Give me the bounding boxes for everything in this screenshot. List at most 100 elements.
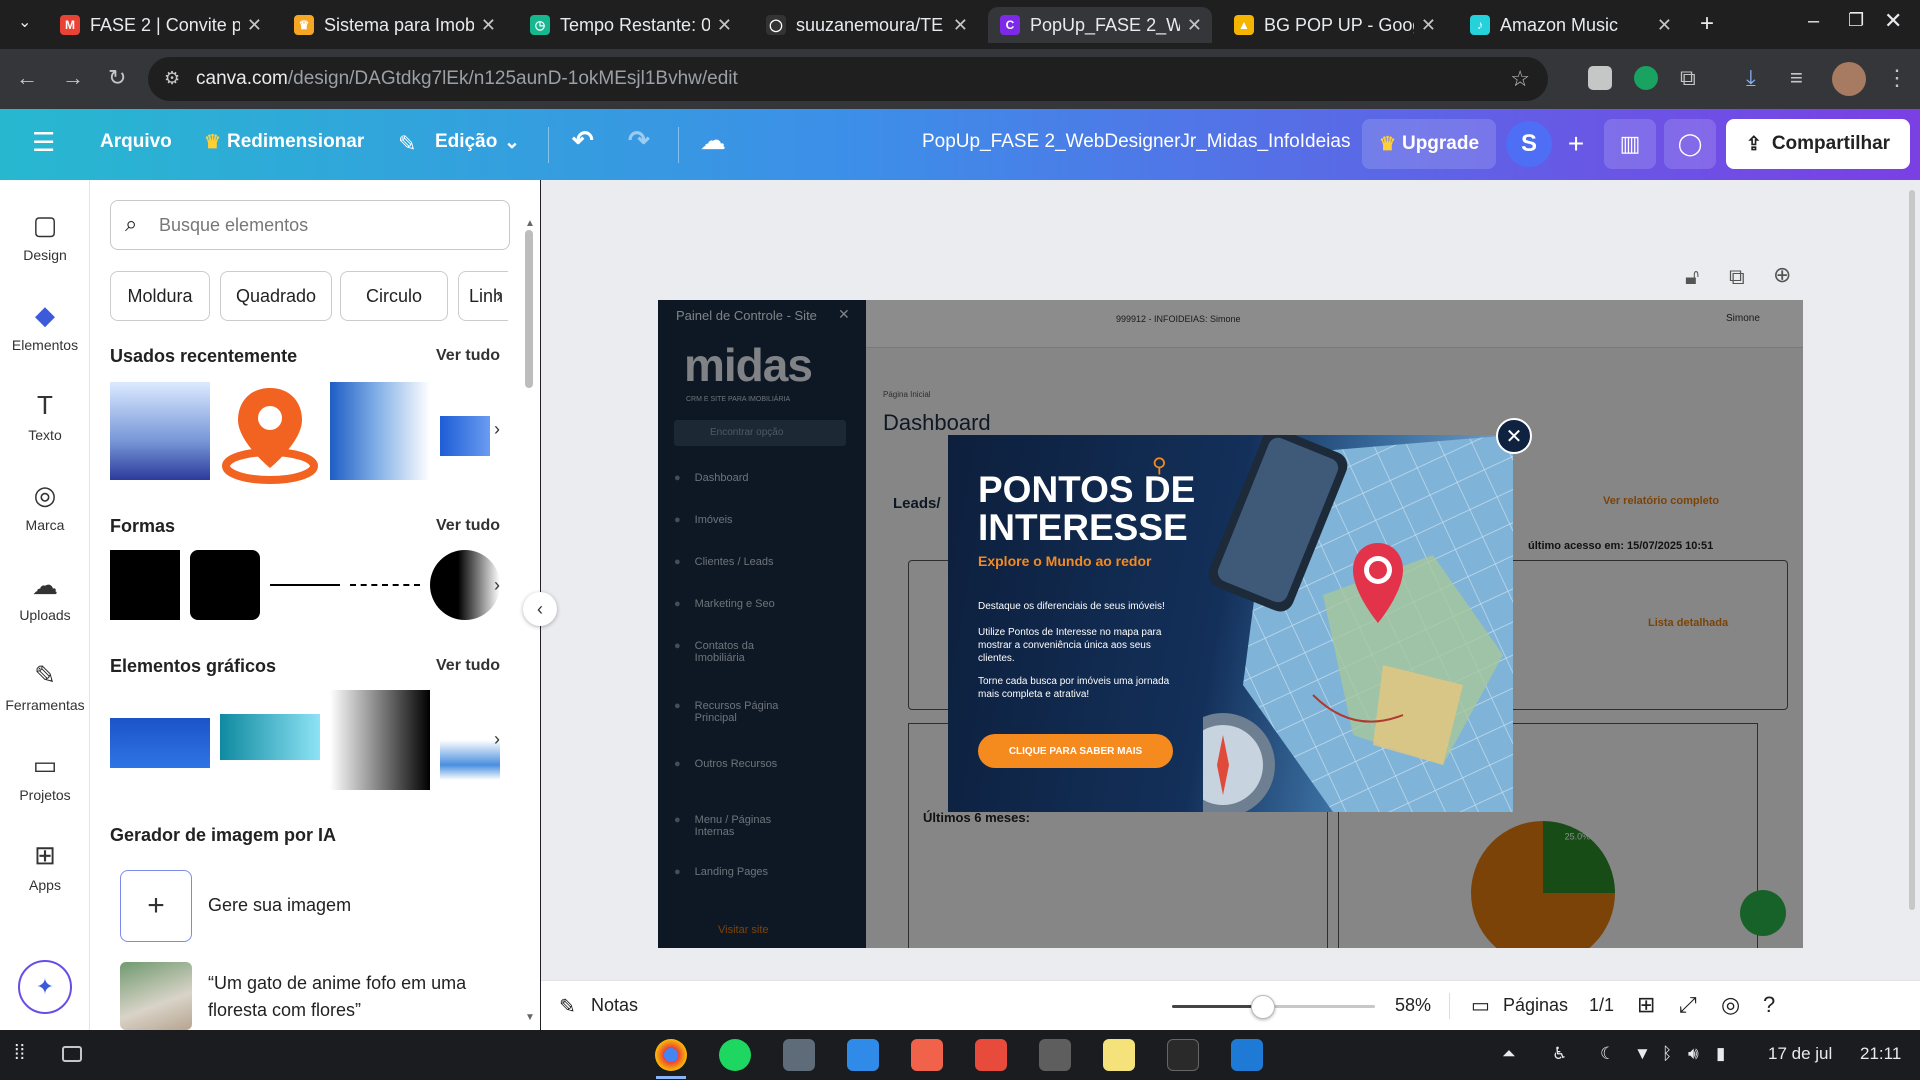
ai-example-prompt[interactable]: “Um gato de anime fofo em uma floresta c…	[208, 970, 508, 1024]
shapes-next-icon[interactable]: ›	[480, 568, 514, 602]
workspace-scrollbar[interactable]	[1909, 190, 1915, 910]
add-page-icon[interactable]: ⊕	[1773, 262, 1791, 288]
restore-window-button[interactable]: ❐	[1848, 10, 1864, 31]
back-icon[interactable]: ←	[16, 65, 38, 91]
volume-icon[interactable]: 🔊︎	[1688, 1044, 1699, 1064]
zoom-slider-handle[interactable]	[1251, 995, 1276, 1019]
extension-dollar-icon[interactable]	[1634, 66, 1658, 90]
calculator-app-icon[interactable]	[1039, 1039, 1071, 1071]
pages-icon[interactable]: ▭	[1471, 993, 1490, 1018]
zoom-slider-track[interactable]	[1172, 995, 1375, 1019]
map-pin-icon[interactable]	[218, 380, 322, 484]
collapse-panel-chevron-icon[interactable]: ‹	[523, 592, 557, 626]
extensions-puzzle-icon[interactable]: ⧉	[1680, 65, 1696, 91]
panel-scrollbar[interactable]	[525, 230, 533, 388]
filter-chip[interactable]: Circulo	[340, 271, 448, 321]
lock-icon[interactable]: 🔓︎	[1685, 264, 1699, 290]
browser-tab[interactable]: ▲ BG POP UP - Goog ✕	[1222, 7, 1446, 43]
popup-cta-button[interactable]: CLIQUE PARA SABER MAIS	[978, 734, 1173, 768]
browser-tab[interactable]: ◯ suuzanemoura/TE ✕	[754, 7, 978, 43]
site-info-icon[interactable]: ⚙	[164, 68, 180, 89]
recent-next-icon[interactable]: ›	[480, 412, 514, 446]
rail-item-design[interactable]: ▢ Design	[0, 210, 90, 263]
hamburger-menu-icon[interactable]: ☰	[32, 127, 55, 158]
scroll-down-icon[interactable]: ▼	[525, 1012, 535, 1023]
forward-icon[interactable]: →	[62, 65, 84, 91]
anime-cat-thumbnail[interactable]	[120, 962, 192, 1030]
reload-icon[interactable]: ↻	[108, 65, 126, 91]
zoom-level[interactable]: 58%	[1395, 995, 1431, 1016]
date-label[interactable]: 17 de jul	[1768, 1044, 1832, 1064]
cloud-saved-icon[interactable]: ☁	[700, 125, 726, 156]
page-counter[interactable]: 1/1	[1589, 995, 1614, 1016]
recent-gradient-thumb[interactable]	[110, 382, 210, 480]
rail-item-projetos[interactable]: ▭ Projetos	[0, 750, 90, 803]
rail-item-apps[interactable]: ⊞ Apps	[0, 840, 90, 893]
bluetooth-icon[interactable]: ᛒ	[1662, 1044, 1672, 1064]
search-input[interactable]: ⌕ Busque elementos	[110, 200, 510, 250]
notes-icon[interactable]: ✎	[559, 994, 576, 1019]
shapes-see-all[interactable]: Ver tudo	[436, 517, 500, 535]
address-bar[interactable]: ⚙ canva.com/design/DAGtdkg7lEk/n125aunD-…	[148, 57, 1548, 101]
solid-line-shape[interactable]	[270, 584, 340, 586]
generate-image-plus-button[interactable]: +	[120, 870, 192, 942]
minimize-window-button[interactable]: –	[1808, 10, 1819, 33]
browser-tab[interactable]: ♛ Sistema para Imobi ✕	[282, 7, 506, 43]
comments-icon[interactable]: ◯	[1664, 119, 1716, 169]
graphics-see-all[interactable]: Ver tudo	[436, 657, 500, 675]
tab-close-icon[interactable]: ✕	[247, 15, 262, 36]
user-avatar[interactable]: S	[1506, 121, 1552, 167]
share-button[interactable]: ⇪ Compartilhar	[1726, 119, 1910, 169]
blue-gradient-graphic[interactable]	[110, 718, 210, 768]
time-label[interactable]: 21:11	[1860, 1044, 1901, 1064]
git-app-icon[interactable]	[975, 1039, 1007, 1071]
square-shape[interactable]	[110, 550, 180, 620]
popup-banner[interactable]: ⚲ PONTOS DE INTERESSE Explore o Mundo ao…	[948, 435, 1513, 812]
tab-close-icon[interactable]: ✕	[1657, 15, 1672, 36]
downloads-icon[interactable]: ⤓	[1746, 65, 1756, 91]
pages-button[interactable]: Páginas	[1503, 995, 1568, 1016]
tab-close-icon[interactable]: ✕	[481, 15, 496, 36]
browser-tab[interactable]: ♪ Amazon Music ✕	[1458, 7, 1682, 43]
redo-icon[interactable]: ↷	[628, 125, 650, 156]
wifi-icon[interactable]: ▼	[1634, 1044, 1651, 1064]
media-queue-icon[interactable]: ≡	[1790, 65, 1803, 91]
popup-close-button[interactable]: ✕	[1496, 418, 1532, 454]
teal-gradient-graphic[interactable]	[220, 714, 320, 760]
tray-expand-icon[interactable]: ⏶	[1502, 1044, 1516, 1064]
chevron-down-icon[interactable]: ⌄	[504, 131, 520, 154]
store-app-icon[interactable]	[847, 1039, 879, 1071]
grid-view-icon[interactable]: ⊞	[1637, 992, 1655, 1018]
resize-button[interactable]: Redimensionar	[227, 131, 364, 153]
rounded-square-shape[interactable]	[190, 550, 260, 620]
fullscreen-icon[interactable]: ⤢	[1679, 992, 1697, 1018]
recent-blue-fade-thumb[interactable]	[330, 382, 430, 480]
help-icon[interactable]: ?	[1763, 992, 1775, 1018]
rail-item-ferramentas[interactable]: ✎ Ferramentas	[0, 660, 90, 713]
profile-avatar[interactable]	[1832, 62, 1866, 96]
generate-image-label[interactable]: Gere sua imagem	[208, 895, 351, 916]
bookmark-star-icon[interactable]: ☆	[1510, 66, 1530, 92]
check-circle-icon[interactable]: ◎	[1721, 992, 1740, 1018]
upgrade-button[interactable]: ♛ Upgrade	[1362, 119, 1496, 169]
tab-close-icon[interactable]: ✕	[953, 15, 968, 36]
vscode-app-icon[interactable]	[1231, 1039, 1263, 1071]
scroll-up-icon[interactable]: ▲	[525, 218, 535, 229]
design-page[interactable]: Painel de Controle - Site ✕ midas CRM E …	[658, 300, 1803, 948]
duplicate-page-icon[interactable]: ⧉	[1729, 264, 1745, 290]
analytics-icon[interactable]: ▥	[1604, 119, 1656, 169]
tab-search-chevron-icon[interactable]: ⌄	[18, 12, 31, 32]
night-mode-icon[interactable]: ☾	[1600, 1044, 1615, 1064]
media-app-icon[interactable]	[911, 1039, 943, 1071]
chips-next-icon[interactable]: ›	[482, 279, 516, 313]
files-app-icon[interactable]	[783, 1039, 815, 1071]
close-window-button[interactable]: ✕	[1884, 8, 1902, 34]
graphics-next-icon[interactable]: ›	[480, 722, 514, 756]
rail-item-uploads[interactable]: ☁ Uploads	[0, 570, 90, 623]
browser-menu-icon[interactable]: ⋮	[1886, 65, 1908, 91]
filter-chip[interactable]: Moldura	[110, 271, 210, 321]
filter-chip[interactable]: Quadrado	[220, 271, 332, 321]
accessibility-icon[interactable]: ♿︎	[1552, 1044, 1567, 1064]
overview-icon[interactable]	[62, 1046, 82, 1062]
tab-close-icon[interactable]: ✕	[1187, 15, 1202, 36]
